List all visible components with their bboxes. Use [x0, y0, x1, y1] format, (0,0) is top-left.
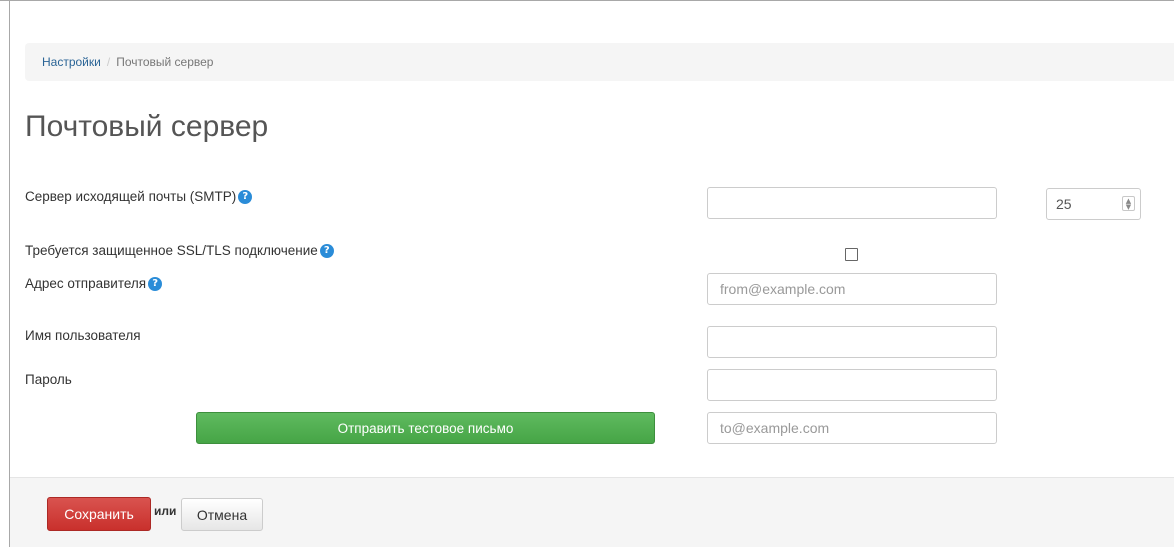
sender-address-label-text: Адрес отправителя — [25, 276, 147, 291]
smtp-server-label-text: Сервер исходящей почты (SMTP) — [25, 189, 237, 204]
up-down-arrows-icon[interactable]: ▲ ▼ — [1122, 196, 1135, 211]
send-test-email-button[interactable]: Отправить тестовое письмо — [196, 412, 655, 444]
page-title: Почтовый сервер — [25, 110, 269, 143]
smtp-port-value: 25 — [1056, 196, 1072, 212]
username-label: Имя пользователя — [25, 328, 141, 343]
breadcrumb-link-settings[interactable]: Настройки — [42, 55, 101, 69]
question-circle-icon[interactable]: ? — [319, 243, 334, 258]
question-circle-icon[interactable]: ? — [148, 276, 163, 291]
ssl-checkbox[interactable] — [845, 248, 858, 261]
smtp-server-input[interactable] — [707, 187, 997, 219]
question-circle-icon[interactable]: ? — [238, 189, 253, 204]
sender-address-input[interactable] — [707, 273, 997, 305]
window-left-border — [9, 0, 10, 547]
breadcrumb-separator: / — [106, 55, 111, 69]
smtp-port-stepper[interactable]: 25 ▲ ▼ — [1046, 188, 1141, 220]
smtp-server-label: Сервер исходящей почты (SMTP) ? — [25, 189, 253, 204]
password-label-text: Пароль — [25, 372, 72, 387]
sender-address-label: Адрес отправителя ? — [25, 276, 163, 291]
breadcrumb: Настройки / Почтовый сервер — [25, 43, 1174, 81]
window-top-border — [0, 0, 1174, 1]
cancel-button[interactable]: Отмена — [181, 498, 263, 531]
test-email-input[interactable] — [707, 412, 997, 444]
password-label: Пароль — [25, 372, 72, 387]
ssl-label-text: Требуется защищенное SSL/TLS подключение — [25, 243, 318, 258]
username-input[interactable] — [707, 326, 997, 358]
password-input[interactable] — [707, 369, 997, 401]
or-text: или — [154, 504, 177, 518]
save-button[interactable]: Сохранить — [47, 497, 151, 531]
username-label-text: Имя пользователя — [25, 328, 141, 343]
breadcrumb-current: Почтовый сервер — [116, 55, 214, 69]
ssl-label: Требуется защищенное SSL/TLS подключение… — [25, 243, 334, 258]
